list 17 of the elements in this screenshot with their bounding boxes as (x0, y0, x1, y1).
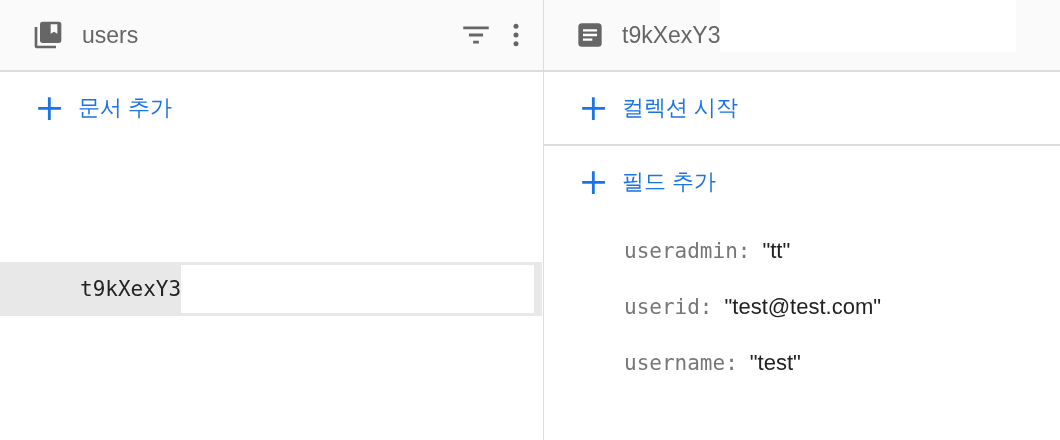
collection-icon (32, 19, 64, 51)
document-icon (576, 21, 604, 49)
field-key: userid: (624, 295, 713, 319)
field-value: "test@test.com" (724, 294, 882, 320)
field-key: username: (624, 351, 738, 375)
collection-title: users (82, 21, 139, 49)
field-value: "tt" (762, 238, 791, 264)
plus-icon (580, 169, 606, 195)
field-key: useradmin: (624, 239, 751, 263)
field-value: "test" (749, 350, 801, 376)
plus-icon (36, 95, 62, 121)
document-title: t9kXexY3 (622, 21, 721, 49)
plus-icon (580, 95, 606, 121)
add-document-button[interactable]: 문서 추가 (0, 72, 209, 144)
add-field-button[interactable]: 필드 추가 (544, 146, 753, 218)
start-collection-button[interactable]: 컬렉션 시작 (544, 72, 775, 144)
document-item[interactable]: t9kXexY3 (0, 262, 542, 316)
